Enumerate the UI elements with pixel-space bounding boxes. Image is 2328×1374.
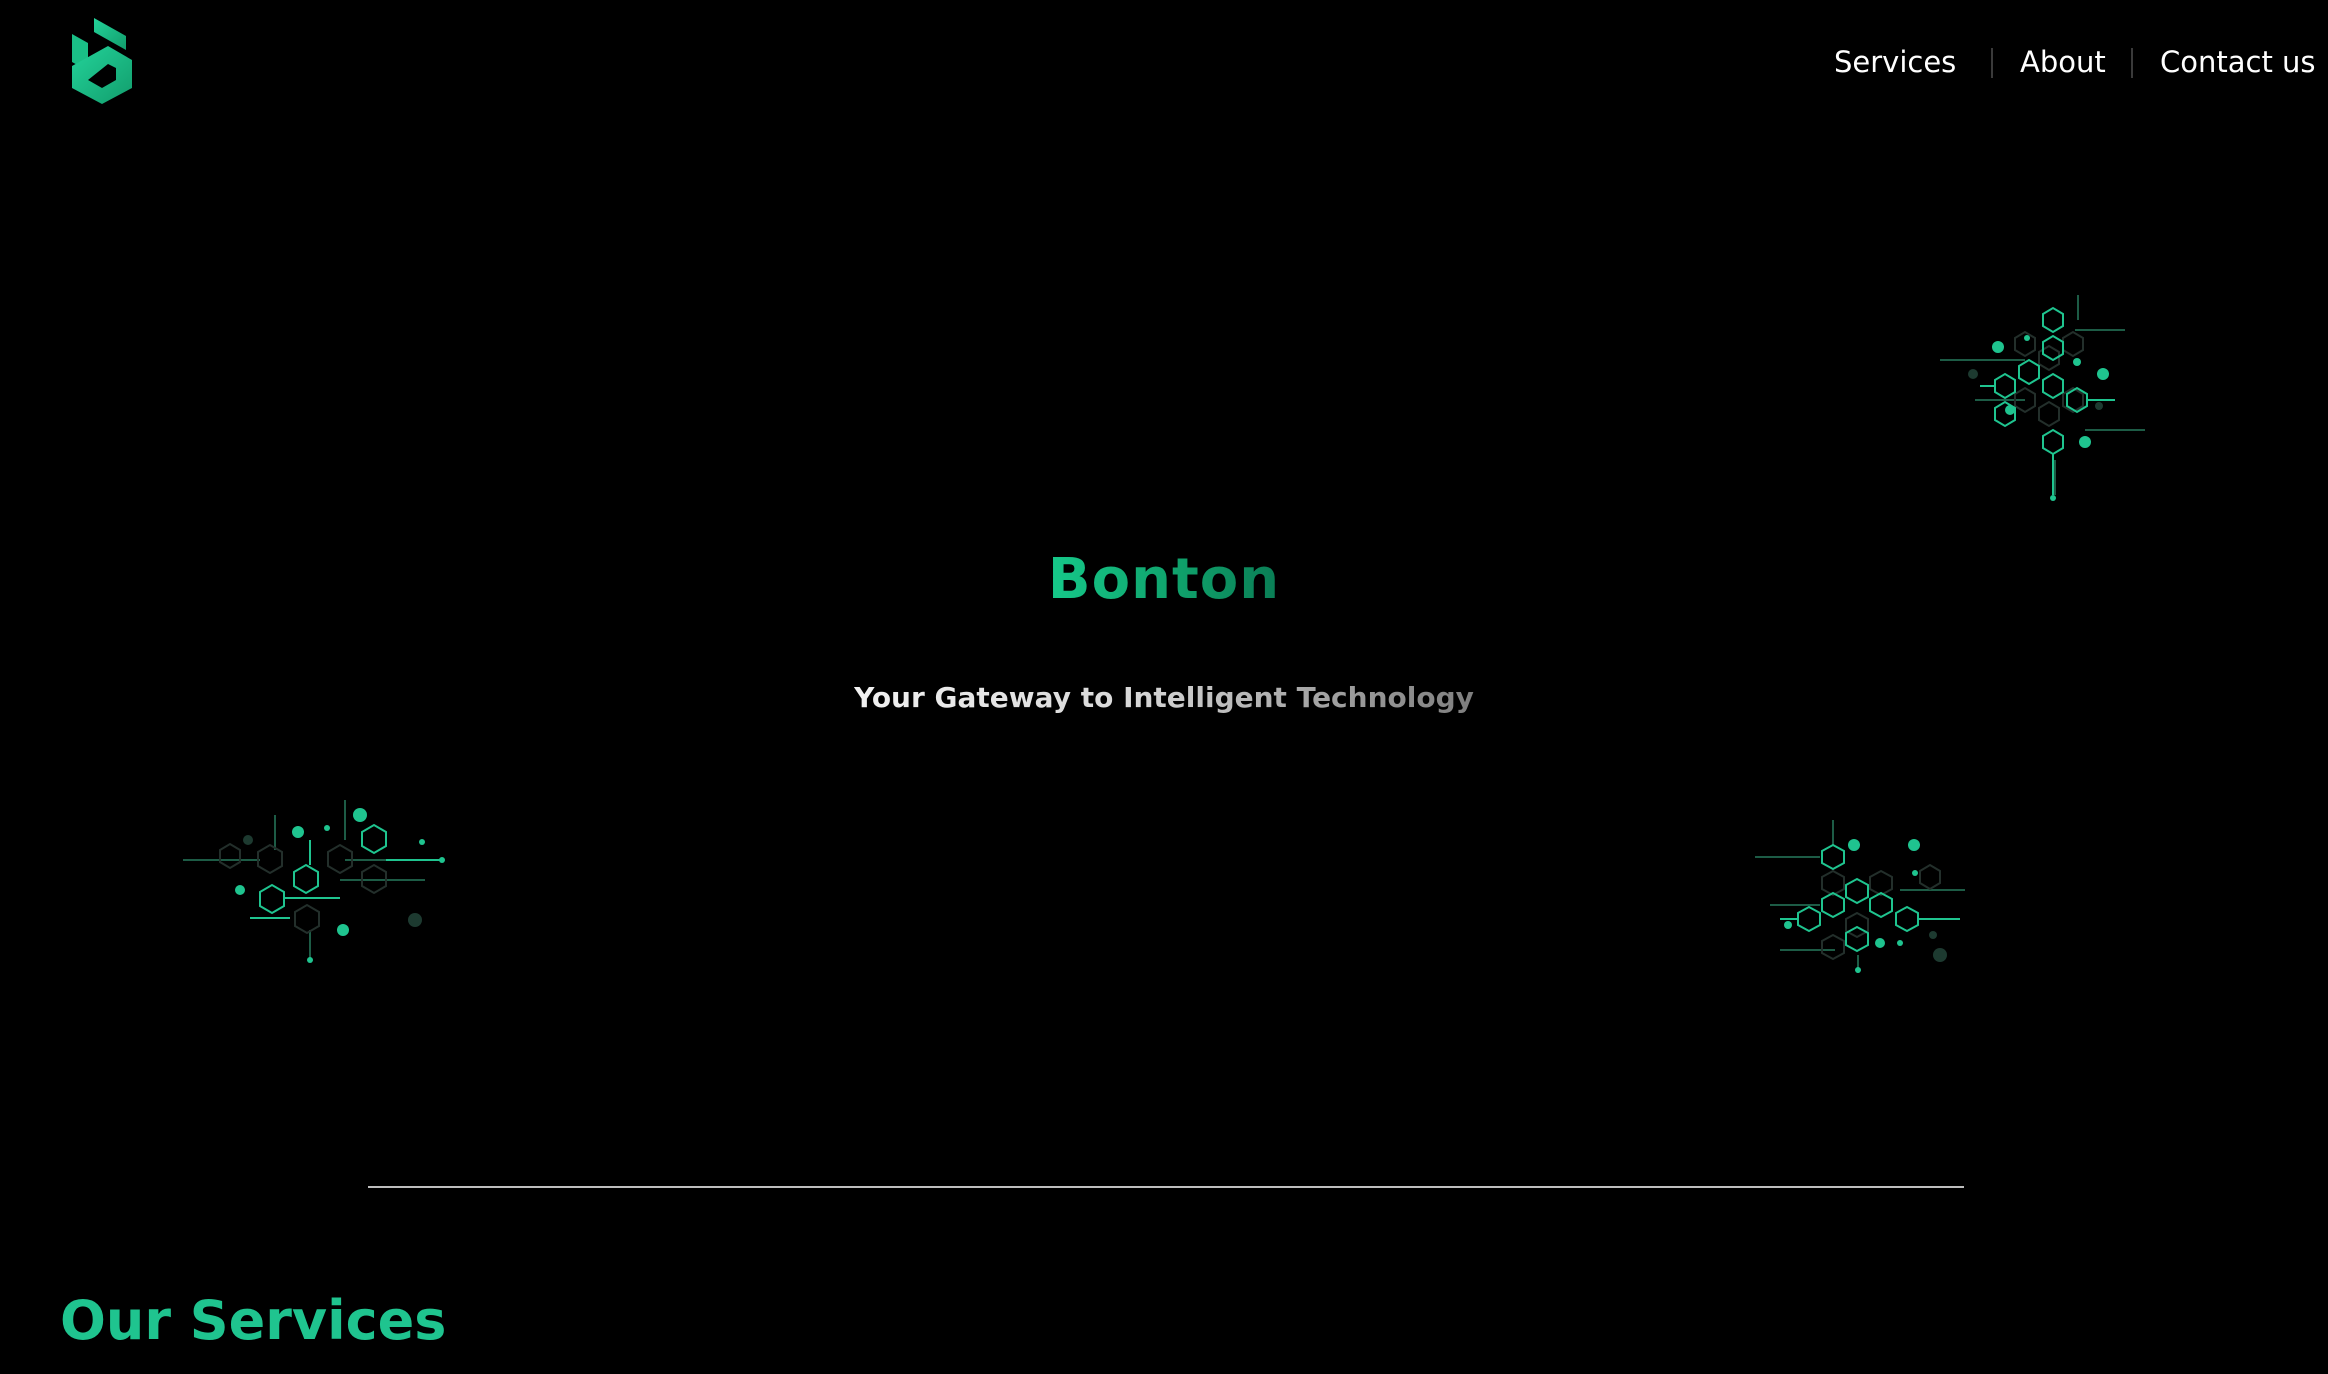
hero-subtitle: Your Gateway to Intelligent Technology [0, 678, 2328, 718]
hero-title: Bonton [0, 544, 2328, 616]
hero-subtitle-text: Your Gateway to Intelligent Technology [854, 681, 1474, 714]
nav-item-about[interactable]: About [2020, 42, 2106, 82]
nav-item-contact[interactable]: Contact us [2160, 42, 2316, 82]
services-heading: Our Services [60, 1289, 447, 1352]
page: Services About Contact us Bonton Your Ga… [0, 0, 2328, 1374]
nav-divider [1991, 48, 1993, 78]
main-nav: Services About Contact us [1808, 40, 2328, 84]
hero-title-text: Bonton [1047, 547, 1281, 612]
hexagon-network-icon [1750, 815, 1980, 975]
nav-item-services[interactable]: Services [1834, 42, 1956, 82]
section-divider [368, 1186, 1964, 1188]
hexagon-network-icon [1935, 290, 2155, 510]
hexagon-network-icon [180, 790, 450, 970]
nav-divider [2131, 48, 2133, 78]
logo-icon[interactable] [66, 16, 138, 106]
